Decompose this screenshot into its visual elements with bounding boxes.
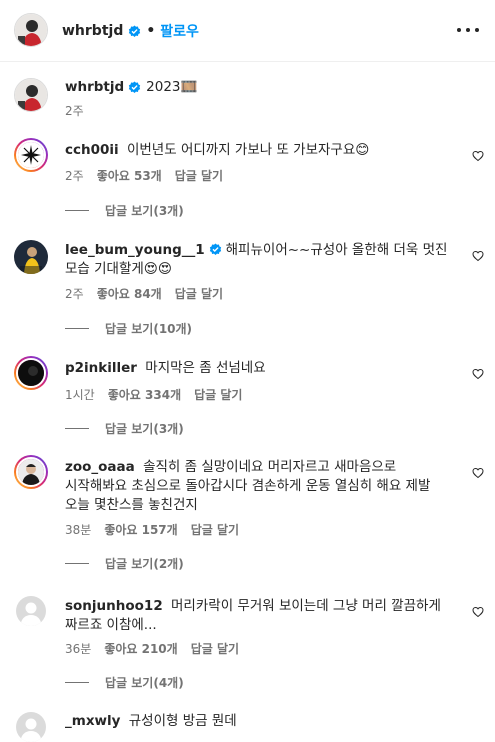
view-replies-label: 답글 보기(4개) xyxy=(105,676,184,690)
comment-avatar[interactable] xyxy=(14,240,48,274)
caption-username[interactable]: whrbtjd xyxy=(65,78,124,97)
comment-avatar[interactable] xyxy=(14,356,48,390)
more-options-icon[interactable] xyxy=(457,22,479,38)
comment-body: sonjunhoo12 머리카락이 무거워 보이는데 그냥 머리 깔끔하게 짜르… xyxy=(65,597,457,635)
like-heart-icon[interactable] xyxy=(472,606,484,618)
comment-likes[interactable]: 좋아요 84개 xyxy=(97,285,162,302)
replies-divider xyxy=(65,328,89,329)
comment-body: zoo_oaaa 솔직히 좀 실망이네요 머리자르고 새마음으로 시작해봐요 초… xyxy=(65,458,457,515)
comment-username[interactable]: p2inkiller xyxy=(65,360,137,376)
comment-body: p2inkiller 마지막은 좀 선넘네요 xyxy=(65,359,457,378)
default-avatar-icon xyxy=(16,596,46,626)
view-replies-label: 답글 보기(10개) xyxy=(105,322,193,336)
comment-body: lee_bum_young__1 해피뉴이어~~규성아 올한해 더욱 멋진 모습… xyxy=(65,241,457,279)
comment-time[interactable]: 36분 xyxy=(65,640,91,657)
comment-time[interactable]: 2주 xyxy=(65,167,84,184)
comment-avatar[interactable] xyxy=(14,455,48,489)
reply-button[interactable]: 답글 달기 xyxy=(175,285,223,302)
like-heart-icon[interactable] xyxy=(472,150,484,162)
comment-text: 규성이형 방금 뭔데 xyxy=(128,713,237,729)
reply-button[interactable]: 답글 달기 xyxy=(191,521,239,538)
view-replies-button[interactable]: 답글 보기(4개) xyxy=(65,674,184,691)
view-replies-button[interactable]: 답글 보기(2개) xyxy=(65,555,184,572)
comment-time[interactable]: 38분 xyxy=(65,521,91,538)
comment-likes[interactable]: 좋아요 53개 xyxy=(97,167,162,184)
comment-time[interactable]: 1시간 xyxy=(65,386,95,403)
comment-meta: 36분 좋아요 210개 답글 달기 xyxy=(65,640,239,657)
caption-time[interactable]: 2주 xyxy=(65,102,84,119)
caption-text: 2023🎞️ xyxy=(146,79,198,95)
comment-likes[interactable]: 좋아요 210개 xyxy=(104,640,177,657)
comment-text: 이번년도 어디까지 가보나 또 가보자구요😊 xyxy=(126,142,370,158)
avatar-image xyxy=(18,360,44,386)
caption-meta: 2주 xyxy=(65,102,84,119)
view-replies-button[interactable]: 답글 보기(3개) xyxy=(65,420,184,437)
comment-body: cch00ii 이번년도 어디까지 가보나 또 가보자구요😊 xyxy=(65,141,457,160)
comment-text: 마지막은 좀 선넘네요 xyxy=(145,360,266,376)
replies-divider xyxy=(65,682,89,683)
verified-badge-icon xyxy=(209,243,221,255)
comment-username[interactable]: cch00ii xyxy=(65,142,119,158)
author-avatar[interactable] xyxy=(14,13,48,47)
header-username[interactable]: whrbtjd xyxy=(62,23,123,39)
avatar-image xyxy=(18,142,44,168)
post-header: whrbtjd • 팔로우 xyxy=(0,0,495,62)
view-replies-label: 답글 보기(3개) xyxy=(105,422,184,436)
follow-button[interactable]: 팔로우 xyxy=(160,21,199,41)
comment-likes[interactable]: 좋아요 334개 xyxy=(108,386,181,403)
header-separator: • xyxy=(146,23,156,39)
avatar-image xyxy=(18,459,44,485)
view-replies-button[interactable]: 답글 보기(3개) xyxy=(65,202,184,219)
header-user-row: whrbtjd • 팔로우 xyxy=(62,21,199,41)
comment-meta: 2주 좋아요 84개 답글 달기 xyxy=(65,285,223,302)
caption-avatar-image xyxy=(15,79,47,111)
reply-button[interactable]: 답글 달기 xyxy=(191,640,239,657)
view-replies-button[interactable]: 답글 보기(10개) xyxy=(65,320,192,337)
comment-username[interactable]: sonjunhoo12 xyxy=(65,598,163,614)
like-heart-icon[interactable] xyxy=(472,467,484,479)
reply-button[interactable]: 답글 달기 xyxy=(175,167,223,184)
comment-body: _mxwly 규성이형 방금 뭔데 xyxy=(65,712,457,731)
comment-avatar[interactable] xyxy=(16,712,46,742)
comment-avatar[interactable] xyxy=(14,138,48,172)
comment-likes[interactable]: 좋아요 157개 xyxy=(104,521,177,538)
verified-badge-icon xyxy=(129,24,141,37)
verified-badge-icon xyxy=(128,81,141,93)
avatar-image xyxy=(14,240,48,274)
author-avatar-image xyxy=(15,14,47,46)
view-replies-label: 답글 보기(3개) xyxy=(105,204,184,218)
caption-text-row: whrbtjd 2023🎞️ xyxy=(65,78,457,97)
view-replies-label: 답글 보기(2개) xyxy=(105,557,184,571)
comment-meta: 2주 좋아요 53개 답글 달기 xyxy=(65,167,223,184)
comment-username[interactable]: lee_bum_young__1 xyxy=(65,242,205,258)
comment-meta: 38분 좋아요 157개 답글 달기 xyxy=(65,521,239,538)
replies-divider xyxy=(65,210,89,211)
reply-button[interactable]: 답글 달기 xyxy=(194,386,242,403)
comment-meta: 1시간 좋아요 334개 답글 달기 xyxy=(65,386,242,403)
comment-time[interactable]: 2주 xyxy=(65,285,84,302)
like-heart-icon[interactable] xyxy=(472,368,484,380)
like-heart-icon[interactable] xyxy=(472,250,484,262)
comment-username[interactable]: _mxwly xyxy=(65,713,120,729)
comment-avatar[interactable] xyxy=(16,596,46,626)
replies-divider xyxy=(65,563,89,564)
replies-divider xyxy=(65,428,89,429)
comment-username[interactable]: zoo_oaaa xyxy=(65,459,135,475)
default-avatar-icon xyxy=(16,712,46,742)
caption-avatar[interactable] xyxy=(14,78,48,112)
